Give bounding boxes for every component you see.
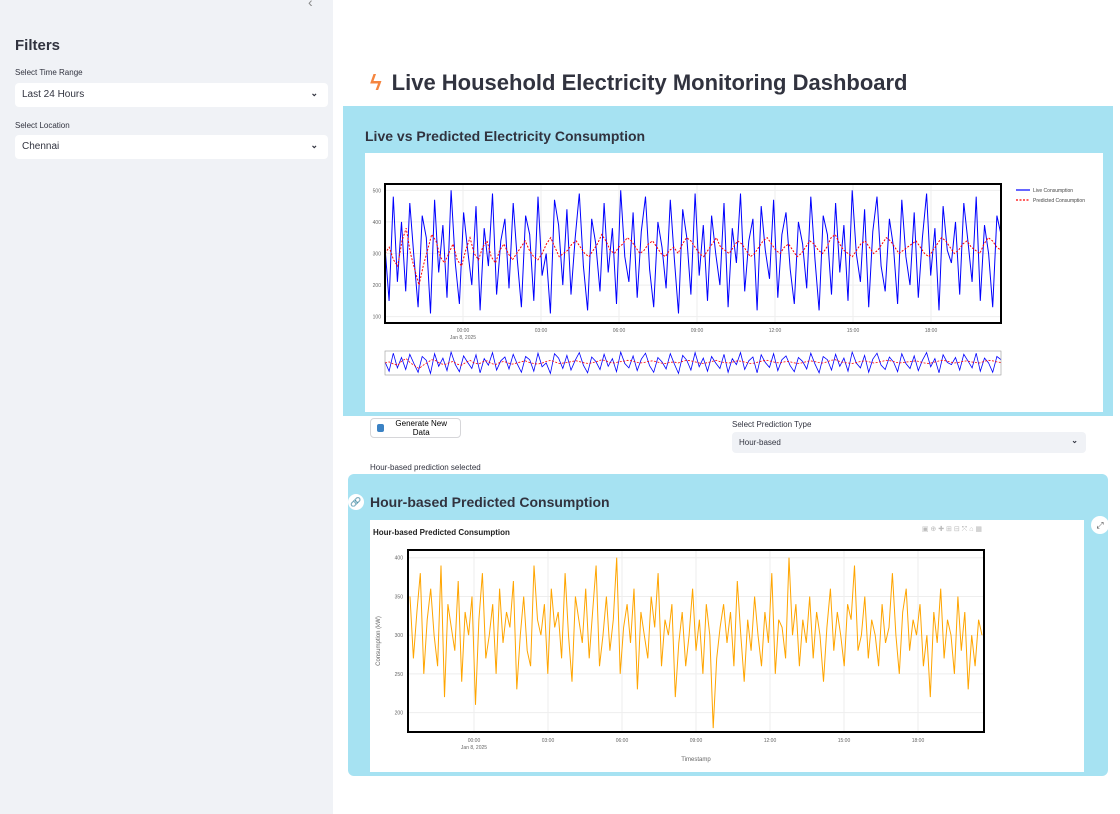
lightning-bolt-icon: ϟ — [370, 70, 382, 95]
time-range-select[interactable]: Last 24 Hours ⌄ — [15, 83, 328, 107]
x-tick-label: 15:00 — [847, 328, 860, 334]
location-select[interactable]: Chennai ⌄ — [15, 135, 328, 159]
y-tick-label: 350 — [395, 594, 404, 600]
live-vs-predicted-chart-container: 100 200 300 400 500 00:00 03:00 06:00 09:00 12:00… — [365, 153, 1103, 412]
x-tick-label: 09:00 — [690, 738, 703, 744]
legend-label-predicted: Predicted Consumption — [1033, 198, 1085, 204]
chevron-down-icon: ⌄ — [310, 140, 318, 150]
x-tick-label: 18:00 — [925, 328, 938, 334]
chart-title: Hour-based Predicted Consumption — [373, 528, 510, 537]
range-slider-live — [384, 350, 1002, 375]
x-axis-title: Timestamp — [681, 757, 711, 763]
y-tick-label: 250 — [395, 672, 404, 678]
expand-icon[interactable]: ⤢ — [1091, 516, 1109, 534]
y-tick-label: 200 — [395, 711, 404, 717]
y-tick-label: 100 — [373, 315, 382, 321]
time-range-value: Last 24 Hours — [22, 89, 85, 100]
x-tick-label: 03:00 — [542, 738, 555, 744]
y-tick-label: 200 — [373, 283, 382, 289]
x-tick-label: 06:00 — [616, 738, 629, 744]
panel-title: Hour-based Predicted Consumption — [370, 494, 610, 510]
legend-label-live: Live Consumption — [1033, 188, 1073, 194]
x-tick-label: 18:00 — [912, 738, 925, 744]
x-tick-sub-label: Jan 8, 2025 — [450, 335, 476, 341]
generate-new-data-button[interactable]: Generate New Data — [370, 418, 461, 438]
generate-button-label: Generate New Data — [395, 419, 447, 437]
hour-based-chart[interactable]: Hour-based Predicted Consumption ▣ ⊕ ✚ ⊞ … — [370, 520, 1084, 772]
sidebar: ‹ Filters Select Time Range Last 24 Hour… — [0, 0, 333, 814]
x-tick-label: 00:00 — [468, 738, 481, 744]
y-axis-title: Consumption (kW) — [376, 616, 382, 666]
page-title-text: Live Household Electricity Monitoring Da… — [391, 70, 908, 95]
prediction-status-text: Hour-based prediction selected — [370, 463, 481, 472]
refresh-icon — [377, 424, 385, 432]
location-label: Select Location — [15, 121, 70, 130]
x-tick-label: 06:00 — [613, 328, 626, 334]
chevron-down-icon: ⌄ — [1071, 436, 1078, 445]
chevron-down-icon: ⌄ — [310, 88, 318, 98]
prediction-type-value: Hour-based — [739, 438, 781, 447]
link-icon[interactable]: 🔗 — [348, 494, 364, 510]
x-tick-label: 00:00 — [457, 328, 470, 334]
x-tick-label: 03:00 — [535, 328, 548, 334]
time-range-label: Select Time Range — [15, 68, 83, 77]
x-tick-label: 15:00 — [838, 738, 851, 744]
x-tick-label: 12:00 — [764, 738, 777, 744]
live-vs-predicted-chart[interactable]: 100 200 300 400 500 00:00 03:00 06:00 09:00 12:00… — [365, 153, 1103, 412]
live-vs-predicted-panel: Live vs Predicted Electricity Consumptio… — [343, 106, 1113, 416]
hour-based-chart-container: Hour-based Predicted Consumption ▣ ⊕ ✚ ⊞ … — [370, 520, 1084, 772]
hour-based-panel: Hour-based Predicted Consumption Hour-ba… — [348, 474, 1108, 776]
y-tick-label: 300 — [395, 633, 404, 639]
sidebar-title: Filters — [15, 37, 61, 54]
location-value: Chennai — [22, 141, 60, 152]
x-tick-label: 09:00 — [691, 328, 704, 334]
y-tick-label: 400 — [373, 220, 382, 226]
series-live-consumption — [384, 190, 1002, 314]
prediction-type-label: Select Prediction Type — [732, 420, 812, 429]
y-tick-label: 400 — [395, 556, 404, 562]
panel-title: Live vs Predicted Electricity Consumptio… — [365, 128, 646, 144]
y-tick-label: 300 — [373, 252, 382, 258]
page-title: ϟ Live Household Electricity Monitoring D… — [370, 70, 908, 96]
y-tick-label: 500 — [373, 188, 382, 194]
collapse-sidebar-icon[interactable]: ‹ — [308, 0, 313, 10]
modebar-icons: ▣ ⊕ ✚ ⊞ ⊟ ⤧ ⌂ ▦ — [922, 525, 982, 533]
x-tick-sub-label: Jan 8, 2025 — [461, 745, 487, 751]
x-tick-label: 12:00 — [769, 328, 782, 334]
prediction-type-select[interactable]: Hour-based ⌄ — [732, 432, 1086, 453]
